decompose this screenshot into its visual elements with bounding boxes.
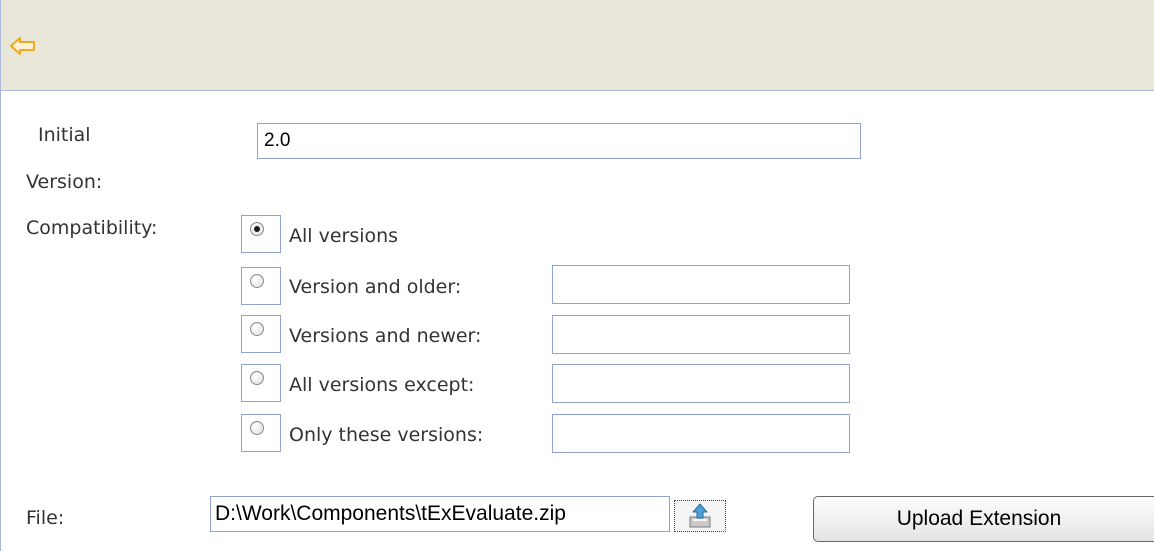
radio-only-these-versions[interactable]	[241, 414, 281, 452]
option-versions-and-newer-label: Versions and newer:	[289, 325, 482, 347]
radio-unselected-icon	[250, 322, 264, 336]
option-only-these-versions-label: Only these versions:	[289, 424, 484, 446]
option-all-versions-except-label: All versions except:	[289, 374, 475, 396]
option-version-and-older-label: Version and older:	[289, 276, 462, 298]
initial-version-label-line1: Initial	[38, 124, 91, 146]
back-button[interactable]	[9, 36, 37, 56]
toolbar	[1, 0, 1154, 91]
radio-unselected-icon	[250, 274, 264, 288]
file-label: File:	[26, 507, 65, 529]
compatibility-label: Compatibility:	[26, 217, 158, 239]
radio-version-and-older[interactable]	[241, 267, 281, 305]
only-these-versions-input[interactable]	[552, 414, 850, 453]
all-versions-except-input[interactable]	[552, 364, 850, 403]
radio-unselected-icon	[250, 421, 264, 435]
upload-file-icon	[689, 503, 711, 528]
initial-version-label-line2: Version:	[26, 171, 103, 193]
radio-unselected-icon	[250, 371, 264, 385]
browse-file-button[interactable]	[674, 500, 726, 532]
radio-all-versions-except[interactable]	[241, 364, 281, 402]
arrow-left-icon	[10, 37, 35, 55]
file-path-field[interactable]: D:\Work\Components\tExEvaluate.zip	[210, 496, 670, 532]
version-and-older-input[interactable]	[552, 265, 850, 304]
radio-versions-and-newer[interactable]	[241, 315, 281, 353]
option-all-versions-label: All versions	[289, 225, 399, 247]
initial-version-input[interactable]	[257, 123, 861, 159]
versions-and-newer-input[interactable]	[552, 315, 850, 354]
upload-extension-button[interactable]: Upload Extension	[813, 496, 1154, 542]
radio-all-versions[interactable]	[241, 215, 281, 253]
radio-selected-icon	[250, 222, 264, 236]
